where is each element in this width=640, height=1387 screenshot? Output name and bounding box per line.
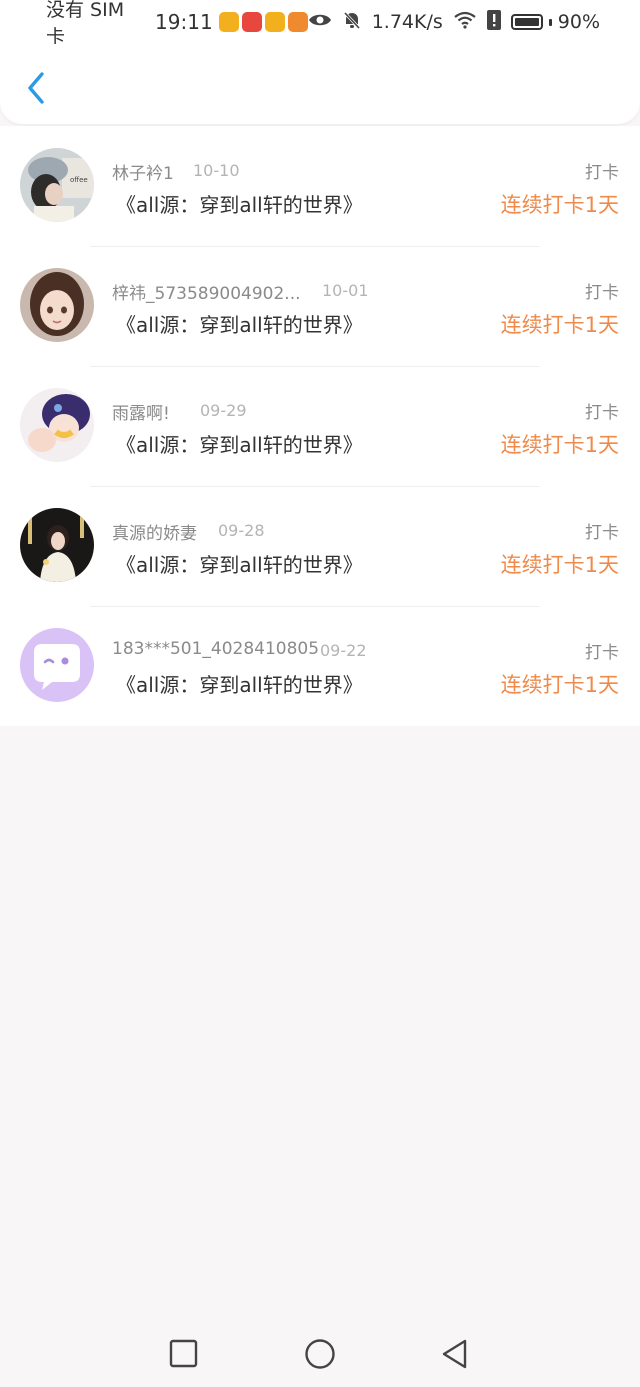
screen: 没有 SIM 卡 19:11 1.74K/s 90% offee 林子衿1 10… <box>0 0 640 1387</box>
streak-text: 连续打卡1天 <box>500 673 619 697</box>
avatar[interactable] <box>20 388 94 462</box>
book-title[interactable]: 《all源：穿到all轩的世界》 <box>116 669 363 698</box>
avatar[interactable]: offee <box>20 148 94 222</box>
huawei-store-icon <box>241 12 262 32</box>
mute-bell-icon <box>342 10 362 35</box>
book-title[interactable]: 《all源：穿到all轩的世界》 <box>116 429 363 458</box>
checkin-tag: 打卡 <box>585 643 619 663</box>
carrier-text: 没有 SIM 卡 <box>46 0 125 48</box>
user-name[interactable]: 林子衿1 <box>112 159 174 184</box>
list-item[interactable]: 真源的娇妻 09-28 《all源：穿到all轩的世界》 打卡 连续打卡1天 <box>0 486 640 606</box>
checkin-list: offee 林子衿1 10-10 《all源：穿到all轩的世界》 打卡 连续打… <box>0 126 640 726</box>
status-right: 1.74K/s 90% <box>308 9 600 35</box>
list-item[interactable]: offee 林子衿1 10-10 《all源：穿到all轩的世界》 打卡 连续打… <box>0 126 640 246</box>
checkin-tag: 打卡 <box>585 163 619 183</box>
user-name[interactable]: 雨露啊! <box>112 399 170 424</box>
illustration-avatar-icon <box>20 268 94 342</box>
clock: 19:11 <box>155 10 213 34</box>
svg-text:offee: offee <box>70 176 88 184</box>
user-name[interactable]: 183***501_4028410805 <box>112 639 319 659</box>
home-button[interactable] <box>304 1338 336 1370</box>
avatar[interactable] <box>20 268 94 342</box>
eye-icon <box>308 11 332 33</box>
status-bar: 没有 SIM 卡 19:11 1.74K/s 90% <box>0 0 640 48</box>
weibo-icon <box>264 12 285 32</box>
recent-apps-button[interactable] <box>168 1338 200 1370</box>
avatar[interactable] <box>20 628 94 702</box>
default-chat-avatar-icon <box>20 628 94 702</box>
weibo-icon <box>218 12 239 32</box>
list-item[interactable]: 雨露啊! 09-29 《all源：穿到all轩的世界》 打卡 连续打卡1天 <box>0 366 640 486</box>
wifi-icon <box>453 11 477 34</box>
streak-text: 连续打卡1天 <box>500 433 619 457</box>
home-icon <box>305 1339 335 1369</box>
book-title[interactable]: 《all源：穿到all轩的世界》 <box>116 309 363 338</box>
sim-alert-icon <box>486 9 501 35</box>
checkin-date: 09-29 <box>200 401 247 420</box>
checkin-tag: 打卡 <box>585 283 619 303</box>
video-icon <box>287 12 308 32</box>
user-name[interactable]: 梓祎_573589004902... <box>112 279 301 304</box>
top-bar <box>0 44 640 124</box>
battery-indicator: 90% <box>510 11 600 33</box>
network-speed: 1.74K/s <box>371 11 443 33</box>
nav-back-button[interactable] <box>440 1338 472 1370</box>
notification-icons <box>218 12 308 32</box>
streak-text: 连续打卡1天 <box>500 313 619 337</box>
system-nav-bar <box>0 1318 640 1387</box>
checkin-date: 09-28 <box>218 521 265 540</box>
battery-percent: 90% <box>557 11 600 33</box>
list-item[interactable]: 183***501_4028410805 09-22 《all源：穿到all轩的… <box>0 606 640 726</box>
checkin-date: 10-10 <box>193 161 240 180</box>
book-title[interactable]: 《all源：穿到all轩的世界》 <box>116 549 363 578</box>
checkin-tag: 打卡 <box>585 403 619 423</box>
chevron-left-icon <box>28 72 44 104</box>
recent-apps-icon <box>169 1339 198 1368</box>
photo-avatar-icon: offee <box>20 148 94 222</box>
back-triangle-icon <box>442 1339 467 1369</box>
avatar[interactable] <box>20 508 94 582</box>
checkin-date: 10-01 <box>322 281 369 300</box>
anime-avatar-icon <box>20 388 94 462</box>
list-item[interactable]: 梓祎_573589004902... 10-01 《all源：穿到all轩的世界… <box>0 246 640 366</box>
book-title[interactable]: 《all源：穿到all轩的世界》 <box>116 189 363 218</box>
user-name[interactable]: 真源的娇妻 <box>112 519 197 544</box>
streak-text: 连续打卡1天 <box>500 193 619 217</box>
checkin-date: 09-22 <box>320 641 367 660</box>
streak-text: 连续打卡1天 <box>500 553 619 577</box>
battery-icon <box>510 14 543 30</box>
back-button[interactable] <box>18 68 54 108</box>
stage-photo-avatar-icon <box>20 508 94 582</box>
checkin-tag: 打卡 <box>585 523 619 543</box>
